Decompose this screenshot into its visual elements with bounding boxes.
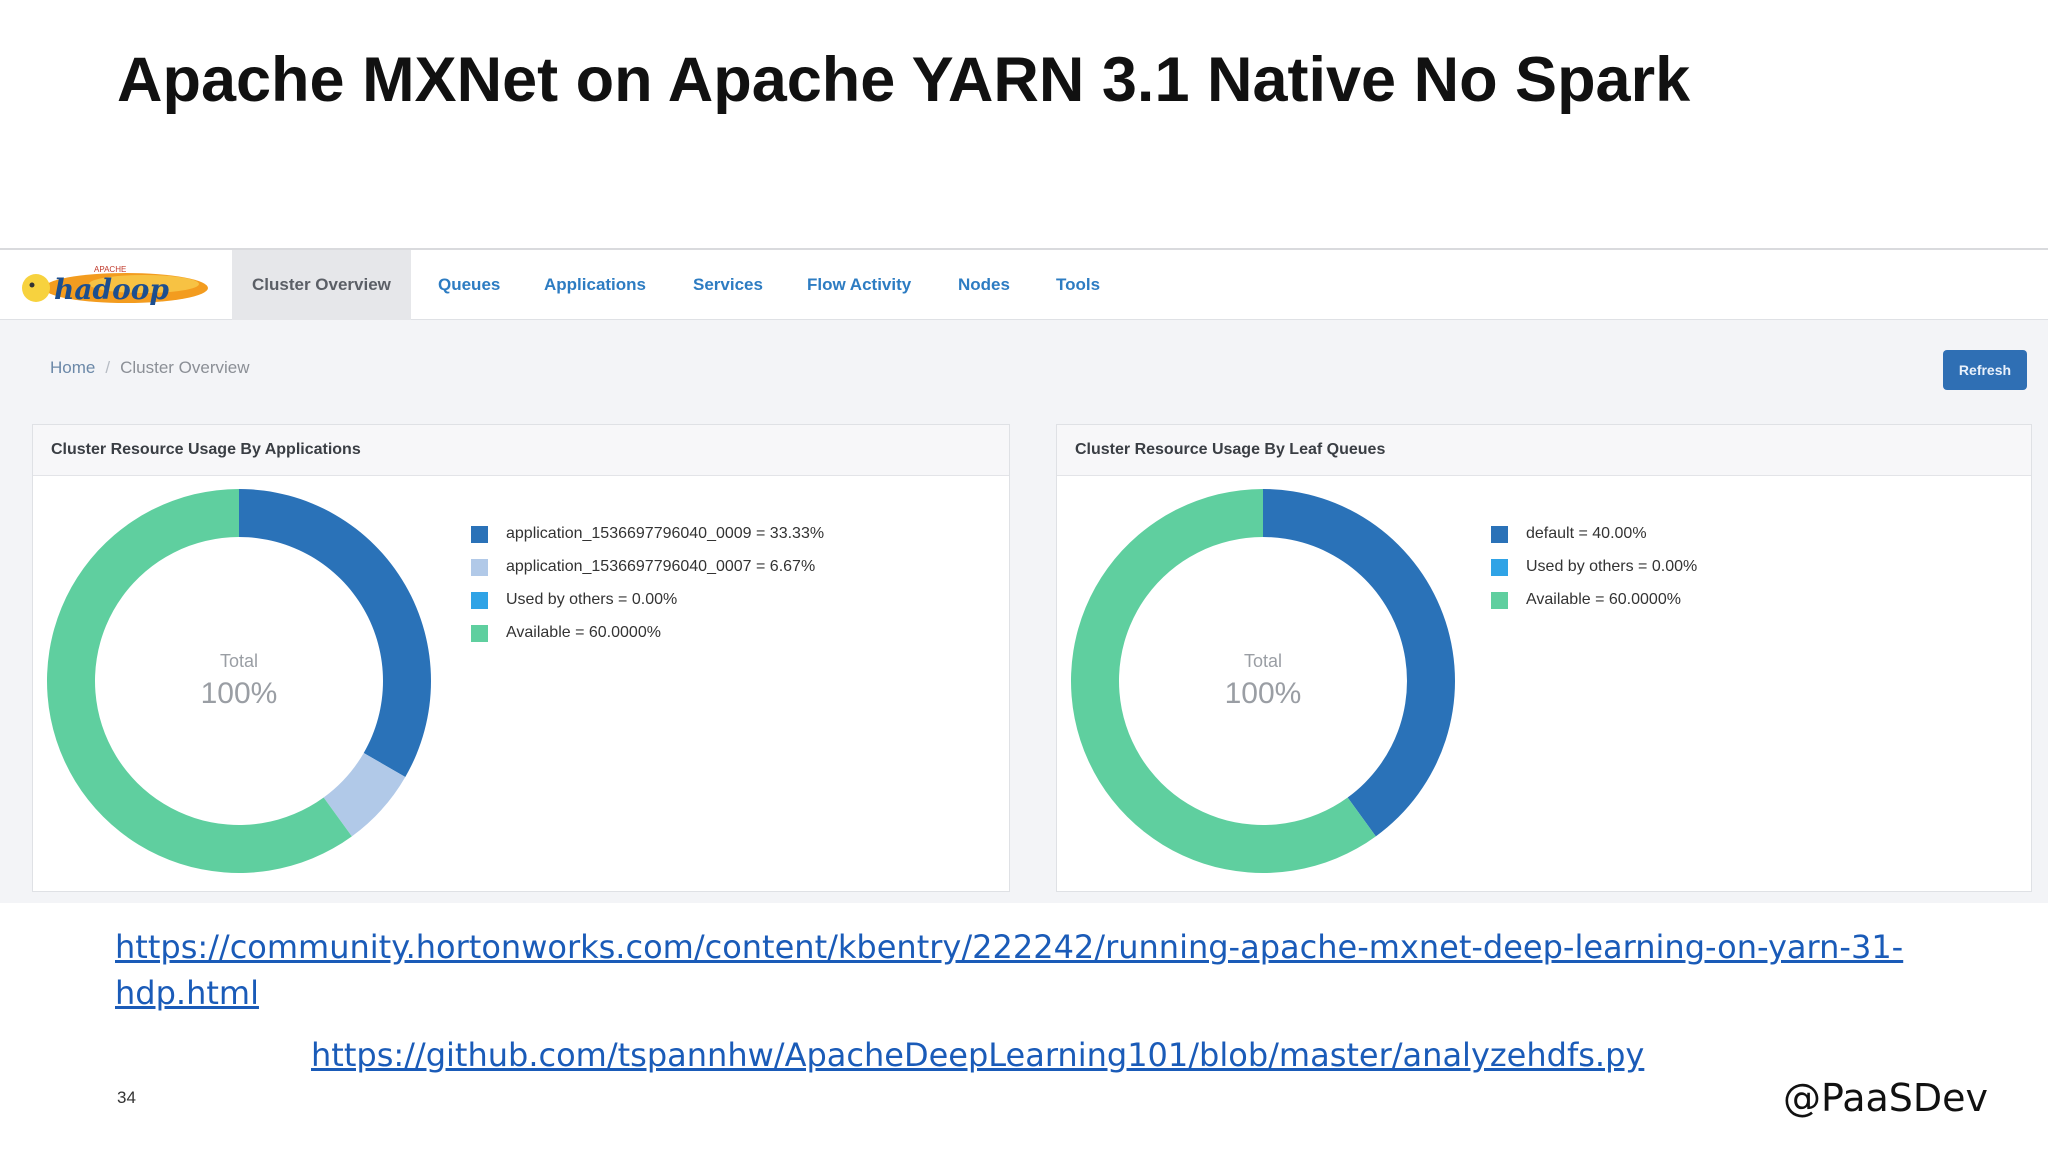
tab-services[interactable]: Services xyxy=(693,250,763,320)
svg-text:hadoop: hadoop xyxy=(54,273,169,306)
legend-swatch xyxy=(1491,559,1508,576)
yarn-ui-screenshot: hadoop APACHE Cluster Overview Queues Ap… xyxy=(0,248,2048,903)
tab-tools[interactable]: Tools xyxy=(1056,250,1100,320)
donut-slice[interactable] xyxy=(1263,489,1455,837)
hadoop-logo-icon[interactable]: hadoop APACHE xyxy=(14,264,209,310)
donut-chart-applications: Total 100% xyxy=(46,489,431,873)
legend-swatch xyxy=(1491,526,1508,543)
legend-label: Available = 60.0000% xyxy=(506,624,661,641)
breadcrumb-separator: / xyxy=(105,358,111,377)
donut-slice[interactable] xyxy=(239,489,431,777)
legend-swatch xyxy=(471,592,488,609)
breadcrumb-home[interactable]: Home xyxy=(50,358,95,377)
legend-label: default = 40.00% xyxy=(1526,525,1647,542)
donut-center-label: Total xyxy=(1244,651,1282,671)
panel-usage-by-applications: Cluster Resource Usage By Applications T… xyxy=(32,424,1010,892)
legend-swatch xyxy=(471,526,488,543)
svg-text:APACHE: APACHE xyxy=(94,265,126,274)
refresh-button[interactable]: Refresh xyxy=(1943,350,2027,390)
tab-applications[interactable]: Applications xyxy=(544,250,646,320)
hortonworks-link-line1[interactable]: https://community.hortonworks.com/conten… xyxy=(115,928,1903,966)
legend-label: Available = 60.0000% xyxy=(1526,591,1681,608)
donut-center-value: 100% xyxy=(201,677,278,710)
breadcrumb-current: Cluster Overview xyxy=(120,358,250,377)
page-number: 34 xyxy=(117,1088,136,1107)
legend-label: application_1536697796040_0007 = 6.67% xyxy=(506,558,816,575)
legend-swatch xyxy=(1491,592,1508,609)
tab-queues[interactable]: Queues xyxy=(438,250,500,320)
tab-cluster-overview[interactable]: Cluster Overview xyxy=(232,250,411,320)
hortonworks-link-line2[interactable]: hdp.html xyxy=(115,974,259,1012)
legend-swatch xyxy=(471,559,488,576)
breadcrumb: Home / Cluster Overview xyxy=(50,358,250,378)
legend-label: application_1536697796040_0009 = 33.33% xyxy=(506,525,825,542)
legend-label: Used by others = 0.00% xyxy=(1526,558,1698,575)
panel-title: Cluster Resource Usage By Leaf Queues xyxy=(1057,425,2031,476)
panel-usage-by-leaf-queues: Cluster Resource Usage By Leaf Queues To… xyxy=(1056,424,2032,892)
donut-chart-leaf-queues: Total 100% xyxy=(1071,489,1455,873)
tab-nodes[interactable]: Nodes xyxy=(958,250,1010,320)
legend-label: Used by others = 0.00% xyxy=(506,591,678,608)
twitter-handle: @PaaSDev xyxy=(1783,1076,1989,1120)
panel-title: Cluster Resource Usage By Applications xyxy=(33,425,1009,476)
tab-flow-activity[interactable]: Flow Activity xyxy=(807,250,911,320)
slide-title: Apache MXNet on Apache YARN 3.1 Native N… xyxy=(117,45,1691,115)
github-link[interactable]: https://github.com/tspannhw/ApacheDeepLe… xyxy=(311,1036,1644,1074)
top-navbar: hadoop APACHE Cluster Overview Queues Ap… xyxy=(0,250,2048,320)
legend-swatch xyxy=(471,625,488,642)
donut-center-label: Total xyxy=(220,651,258,671)
donut-center-value: 100% xyxy=(1225,677,1302,710)
